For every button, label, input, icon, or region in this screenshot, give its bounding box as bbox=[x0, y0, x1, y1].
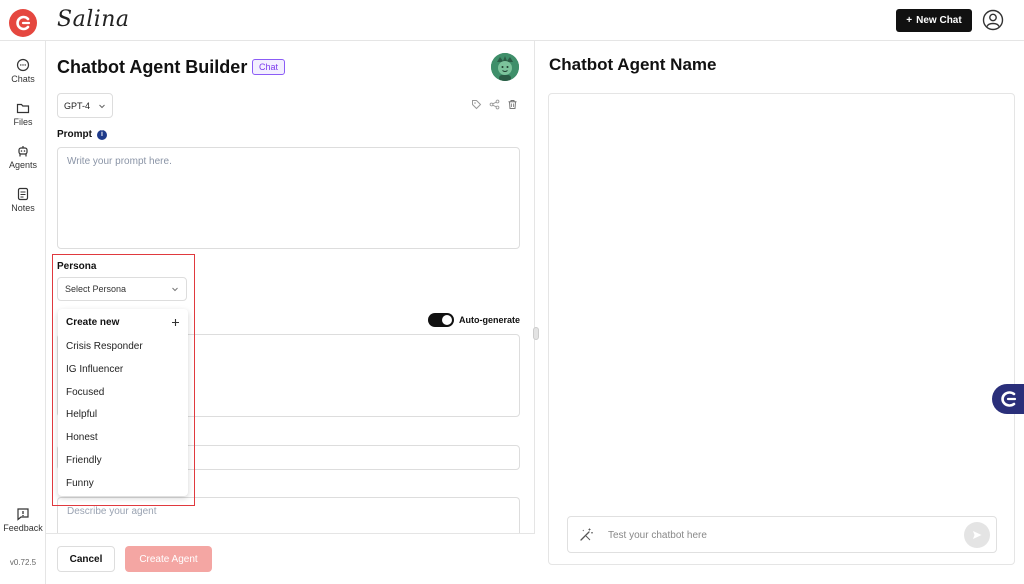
nav-item-files[interactable]: Files bbox=[0, 101, 46, 127]
persona-option[interactable]: Friendly bbox=[66, 455, 102, 466]
persona-dropdown: Create new Crisis Responder IG Influence… bbox=[58, 309, 188, 496]
agent-avatar[interactable] bbox=[491, 53, 519, 81]
top-bar: Salina + New Chat bbox=[0, 0, 1024, 41]
version-label: v0.72.5 bbox=[9, 558, 37, 567]
prompt-input[interactable]: Write your prompt here. bbox=[57, 147, 520, 249]
avatar-face-icon bbox=[491, 53, 519, 81]
model-select[interactable]: GPT-4 bbox=[57, 93, 113, 118]
persona-option[interactable]: Crisis Responder bbox=[66, 341, 143, 352]
nav-label-chats: Chats bbox=[11, 74, 35, 84]
preview-title: Chatbot Agent Name bbox=[549, 55, 717, 74]
persona-create-new[interactable]: Create new bbox=[66, 317, 180, 328]
describe-agent-input[interactable]: Describe your agent bbox=[57, 497, 520, 537]
persona-option[interactable]: Honest bbox=[66, 432, 98, 443]
persona-select[interactable]: Select Persona bbox=[57, 277, 187, 301]
auto-generate-label: Auto-generate bbox=[459, 315, 521, 325]
agent-tools bbox=[471, 99, 518, 110]
persona-option[interactable]: IG Influencer bbox=[66, 364, 123, 375]
trash-icon[interactable] bbox=[507, 99, 518, 110]
test-chatbot-input[interactable]: Test your chatbot here bbox=[567, 516, 997, 553]
prompt-label-text: Prompt bbox=[57, 129, 92, 140]
persona-option[interactable]: Funny bbox=[66, 478, 94, 489]
nav-label-notes: Notes bbox=[11, 203, 35, 213]
nav-item-notes[interactable]: Notes bbox=[0, 187, 46, 213]
chat-preview-area bbox=[548, 93, 1015, 565]
chat-type-badge: Chat bbox=[252, 59, 286, 75]
floating-assistant-icon[interactable] bbox=[992, 384, 1024, 414]
agent-builder-panel: Chatbot Agent Builder Chat GPT-4 Prompt … bbox=[46, 41, 535, 584]
create-agent-button[interactable]: Create Agent bbox=[125, 546, 212, 572]
nav-item-agents[interactable]: Agents bbox=[0, 144, 46, 170]
user-account-icon[interactable] bbox=[982, 9, 1004, 31]
magic-wand-icon[interactable] bbox=[578, 527, 594, 543]
share-icon[interactable] bbox=[489, 99, 500, 110]
notes-icon bbox=[17, 187, 29, 201]
folder-icon bbox=[16, 103, 30, 114]
describe-agent-placeholder: Describe your agent bbox=[67, 506, 157, 517]
plus-icon: + bbox=[906, 15, 913, 26]
nav-label-files: Files bbox=[13, 117, 33, 127]
brand-logo-icon bbox=[1001, 391, 1017, 407]
page-title: Chatbot Agent Builder bbox=[57, 57, 248, 77]
brand-logo-icon[interactable] bbox=[9, 9, 37, 37]
nav-label-agents: Agents bbox=[8, 160, 38, 170]
new-chat-label: New Chat bbox=[916, 15, 962, 26]
nav-item-feedback[interactable]: Feedback bbox=[0, 507, 46, 533]
left-nav: Chats Files Agents Notes Feedback v0.72.… bbox=[0, 41, 46, 584]
chevron-down-icon bbox=[172, 287, 178, 292]
chat-bubble-icon bbox=[16, 58, 30, 72]
persona-create-label: Create new bbox=[66, 317, 120, 328]
prompt-label: Prompt i bbox=[57, 129, 107, 140]
chevron-down-icon bbox=[99, 104, 105, 108]
feedback-icon bbox=[17, 508, 29, 521]
test-chatbot-placeholder: Test your chatbot here bbox=[608, 530, 707, 541]
cancel-button[interactable]: Cancel bbox=[57, 546, 115, 572]
send-button[interactable] bbox=[964, 522, 990, 548]
robot-icon bbox=[18, 146, 28, 157]
panel-resize-handle[interactable] bbox=[533, 327, 539, 340]
auto-generate-toggle[interactable] bbox=[428, 313, 454, 327]
persona-option[interactable]: Helpful bbox=[66, 409, 97, 420]
brand-name: Salina bbox=[57, 7, 130, 32]
nav-item-chats[interactable]: Chats bbox=[0, 58, 46, 84]
persona-option[interactable]: Focused bbox=[66, 387, 104, 398]
persona-select-value: Select Persona bbox=[65, 284, 127, 294]
new-chat-button[interactable]: + New Chat bbox=[896, 9, 972, 32]
plus-icon bbox=[172, 319, 179, 326]
nav-label-feedback: Feedback bbox=[3, 523, 43, 533]
tag-icon[interactable] bbox=[471, 99, 482, 110]
builder-actions: Cancel Create Agent bbox=[46, 533, 535, 584]
prompt-placeholder: Write your prompt here. bbox=[67, 156, 172, 167]
send-icon bbox=[973, 531, 982, 539]
model-select-value: GPT-4 bbox=[64, 100, 91, 111]
info-icon[interactable]: i bbox=[97, 129, 107, 140]
persona-label: Persona bbox=[57, 261, 97, 272]
